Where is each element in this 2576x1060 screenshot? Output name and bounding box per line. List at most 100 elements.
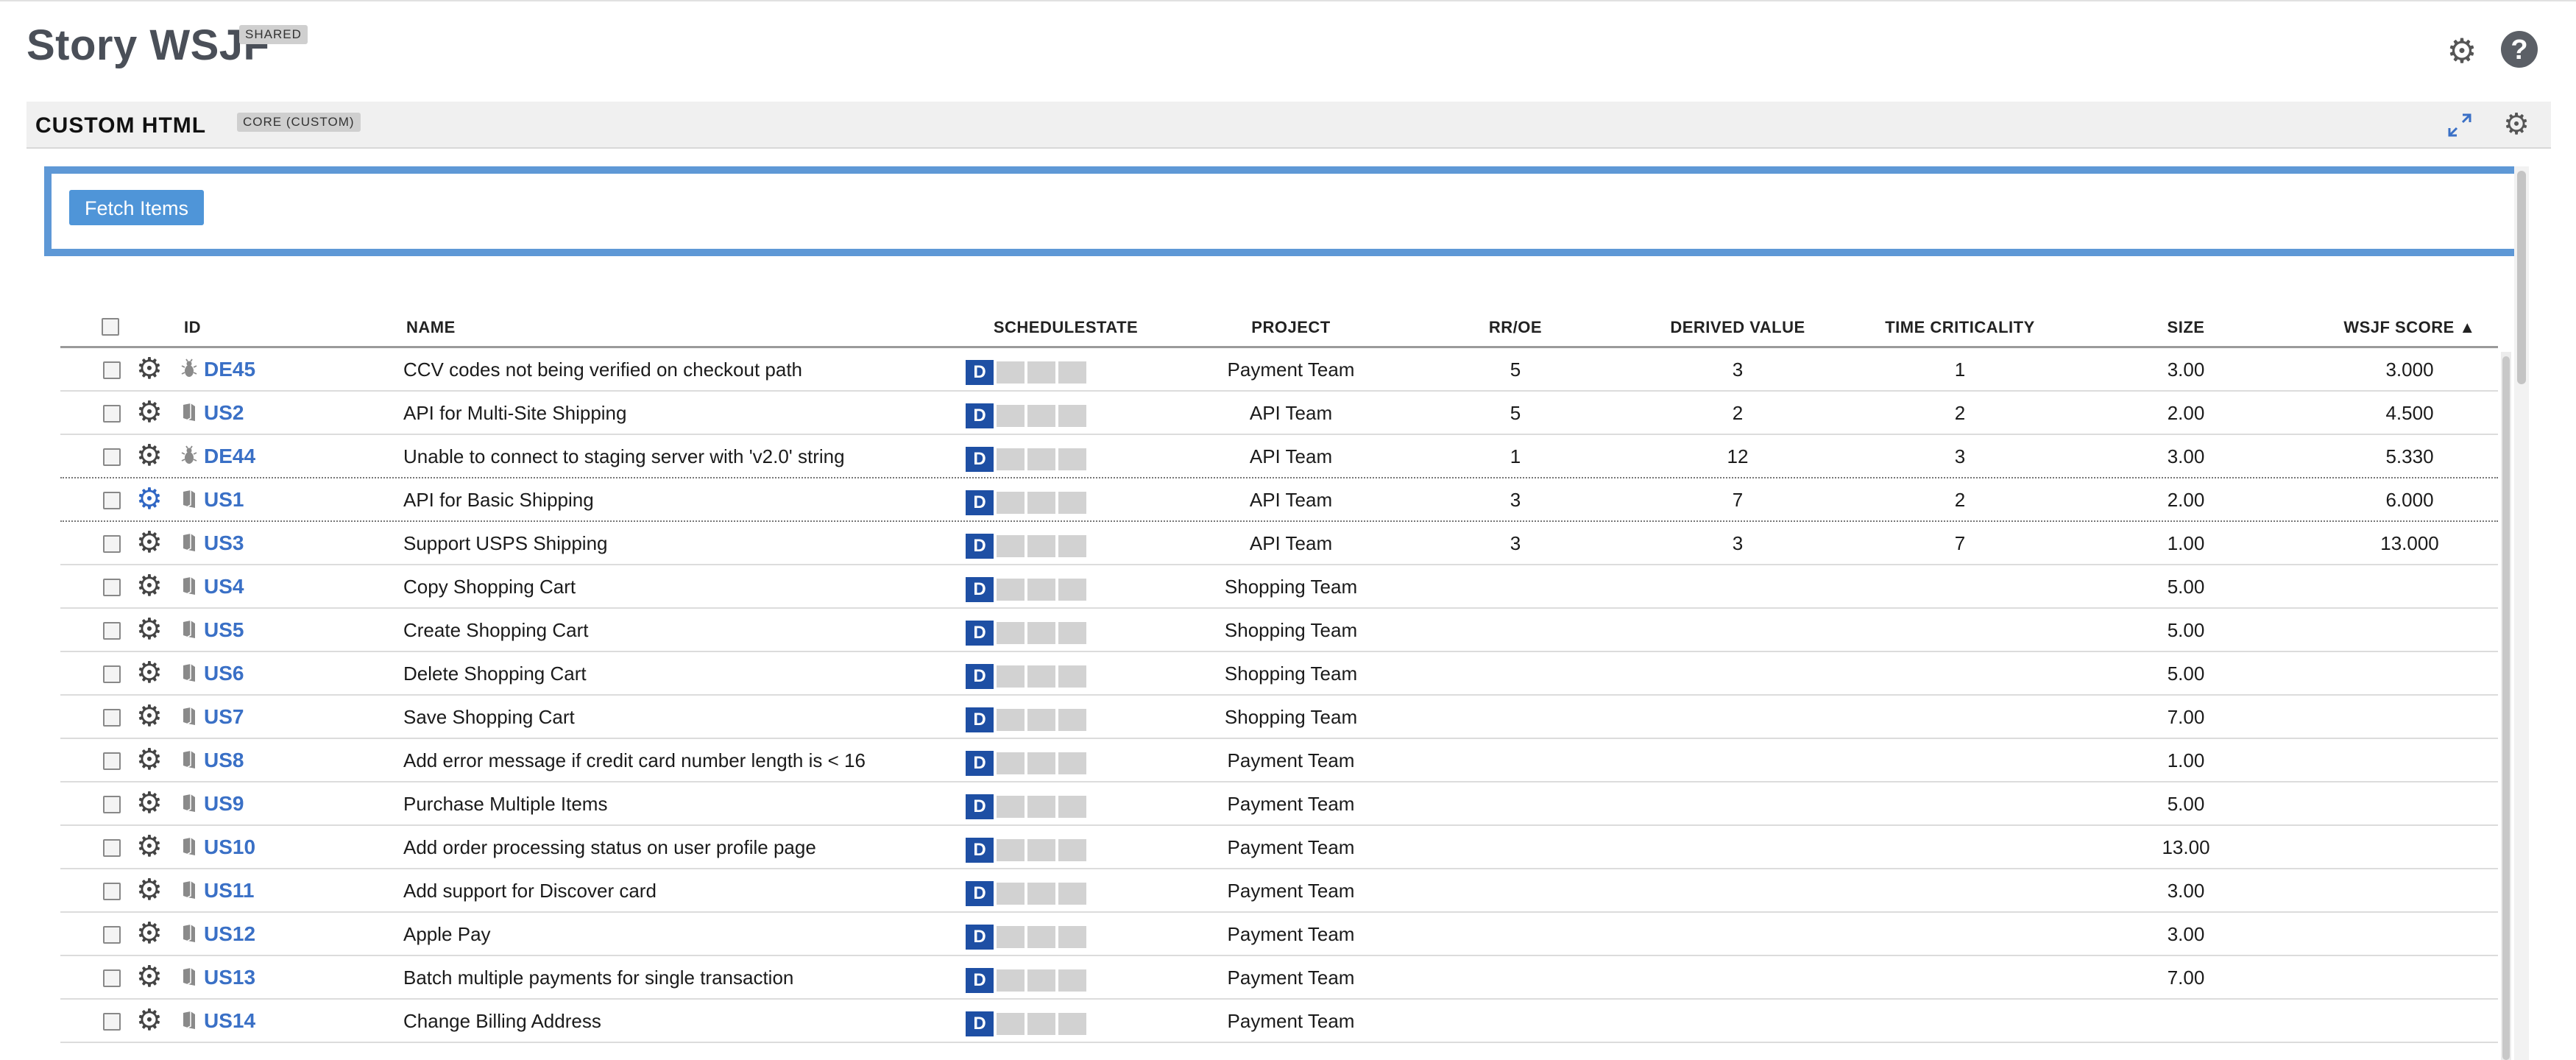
state-completed[interactable] bbox=[1027, 969, 1055, 992]
state-in-progress[interactable] bbox=[997, 535, 1025, 557]
state-defined[interactable]: D bbox=[966, 490, 994, 515]
row-checkbox[interactable] bbox=[103, 839, 121, 857]
state-completed[interactable] bbox=[1027, 361, 1055, 384]
row-checkbox[interactable] bbox=[103, 796, 121, 813]
schedule-state[interactable]: D bbox=[966, 881, 1086, 906]
state-accepted[interactable] bbox=[1058, 883, 1086, 905]
state-accepted[interactable] bbox=[1058, 665, 1086, 688]
table-row-us10[interactable]: ⚙ US10 Add order processing status on us… bbox=[60, 826, 2498, 869]
gear-icon[interactable]: ⚙ bbox=[136, 962, 163, 992]
col-project[interactable]: PROJECT bbox=[1251, 318, 1330, 337]
state-completed[interactable] bbox=[1027, 579, 1055, 601]
col-size[interactable]: SIZE bbox=[2168, 318, 2205, 337]
state-defined[interactable]: D bbox=[966, 403, 994, 428]
state-completed[interactable] bbox=[1027, 448, 1055, 470]
row-checkbox[interactable] bbox=[103, 622, 121, 640]
gear-icon[interactable]: ⚙ bbox=[136, 745, 163, 774]
state-in-progress[interactable] bbox=[997, 448, 1025, 470]
gear-icon[interactable]: ⚙ bbox=[136, 919, 163, 948]
state-defined[interactable]: D bbox=[966, 794, 994, 819]
formatted-id-link[interactable]: US10 bbox=[204, 835, 255, 859]
state-in-progress[interactable] bbox=[997, 405, 1025, 427]
schedule-state[interactable]: D bbox=[966, 1011, 1086, 1036]
schedule-state[interactable]: D bbox=[966, 968, 1086, 993]
row-checkbox[interactable] bbox=[103, 405, 121, 423]
row-checkbox[interactable] bbox=[103, 752, 121, 770]
state-in-progress[interactable] bbox=[997, 752, 1025, 774]
schedule-state[interactable]: D bbox=[966, 707, 1086, 732]
gear-icon[interactable]: ⚙ bbox=[136, 398, 163, 427]
state-defined[interactable]: D bbox=[966, 968, 994, 993]
state-completed[interactable] bbox=[1027, 752, 1055, 774]
formatted-id-link[interactable]: US14 bbox=[204, 1009, 255, 1033]
formatted-id-link[interactable]: US6 bbox=[204, 662, 244, 685]
gear-icon[interactable]: ⚙ bbox=[136, 571, 163, 601]
schedule-state[interactable]: D bbox=[966, 403, 1086, 428]
table-row-us5[interactable]: ⚙ US5 Create Shopping Cart D Shopping Te… bbox=[60, 609, 2498, 652]
formatted-id-link[interactable]: US7 bbox=[204, 705, 244, 729]
select-all-checkbox[interactable] bbox=[102, 318, 119, 336]
state-defined[interactable]: D bbox=[966, 707, 994, 732]
table-row-us12[interactable]: ⚙ US12 Apple Pay D Payment Team 3.00 bbox=[60, 913, 2498, 956]
formatted-id-link[interactable]: US3 bbox=[204, 531, 244, 555]
state-accepted[interactable] bbox=[1058, 752, 1086, 774]
gear-icon[interactable]: ⚙ bbox=[136, 484, 163, 514]
gear-icon[interactable]: ⚙ bbox=[136, 354, 163, 384]
row-checkbox[interactable] bbox=[103, 969, 121, 987]
gear-icon[interactable]: ⚙ bbox=[136, 658, 163, 688]
state-accepted[interactable] bbox=[1058, 492, 1086, 514]
state-completed[interactable] bbox=[1027, 926, 1055, 948]
state-defined[interactable]: D bbox=[966, 621, 994, 646]
col-time-criticality[interactable]: TIME CRITICALITY bbox=[1885, 318, 2035, 337]
state-accepted[interactable] bbox=[1058, 709, 1086, 731]
state-accepted[interactable] bbox=[1058, 839, 1086, 861]
state-accepted[interactable] bbox=[1058, 535, 1086, 557]
expand-icon[interactable] bbox=[2445, 110, 2474, 140]
state-completed[interactable] bbox=[1027, 492, 1055, 514]
state-completed[interactable] bbox=[1027, 535, 1055, 557]
row-checkbox[interactable] bbox=[103, 492, 121, 509]
row-checkbox[interactable] bbox=[103, 926, 121, 944]
formatted-id-link[interactable]: US9 bbox=[204, 792, 244, 816]
state-completed[interactable] bbox=[1027, 622, 1055, 644]
table-row-us2[interactable]: ⚙ US2 API for Multi-Site Shipping D API … bbox=[60, 392, 2498, 435]
col-id[interactable]: ID bbox=[184, 318, 201, 337]
formatted-id-link[interactable]: US1 bbox=[204, 488, 244, 512]
table-row-us7[interactable]: ⚙ US7 Save Shopping Cart D Shopping Team… bbox=[60, 696, 2498, 739]
state-in-progress[interactable] bbox=[997, 492, 1025, 514]
formatted-id-link[interactable]: US12 bbox=[204, 922, 255, 946]
formatted-id-link[interactable]: US8 bbox=[204, 749, 244, 772]
row-checkbox[interactable] bbox=[103, 448, 121, 466]
state-defined[interactable]: D bbox=[966, 360, 994, 385]
formatted-id-link[interactable]: US4 bbox=[204, 575, 244, 598]
scrollbar-thumb[interactable] bbox=[2517, 171, 2526, 384]
state-defined[interactable]: D bbox=[966, 577, 994, 602]
state-accepted[interactable] bbox=[1058, 579, 1086, 601]
gear-icon[interactable]: ⚙ bbox=[136, 788, 163, 818]
col-rroe[interactable]: RR/OE bbox=[1489, 318, 1542, 337]
state-in-progress[interactable] bbox=[997, 883, 1025, 905]
gear-icon[interactable]: ⚙ bbox=[136, 832, 163, 861]
state-defined[interactable]: D bbox=[966, 751, 994, 776]
col-wsjf-score[interactable]: WSJF SCORE ▲ bbox=[2343, 318, 2475, 337]
table-row-us1[interactable]: ⚙ US1 API for Basic Shipping D API Team … bbox=[60, 478, 2498, 522]
col-derived-value[interactable]: DERIVED VALUE bbox=[1670, 318, 1805, 337]
schedule-state[interactable]: D bbox=[966, 577, 1086, 602]
schedule-state[interactable]: D bbox=[966, 447, 1086, 472]
fetch-items-button[interactable]: Fetch Items bbox=[69, 190, 204, 225]
grid-scrollbar-thumb[interactable] bbox=[2502, 356, 2510, 1060]
table-row-us14[interactable]: ⚙ US14 Change Billing Address D Payment … bbox=[60, 1000, 2498, 1043]
state-accepted[interactable] bbox=[1058, 1013, 1086, 1035]
state-accepted[interactable] bbox=[1058, 361, 1086, 384]
state-accepted[interactable] bbox=[1058, 448, 1086, 470]
schedule-state[interactable]: D bbox=[966, 490, 1086, 515]
schedule-state[interactable]: D bbox=[966, 621, 1086, 646]
state-defined[interactable]: D bbox=[966, 664, 994, 689]
state-in-progress[interactable] bbox=[997, 796, 1025, 818]
state-defined[interactable]: D bbox=[966, 1011, 994, 1036]
gear-icon[interactable]: ⚙ bbox=[136, 615, 163, 644]
schedule-state[interactable]: D bbox=[966, 534, 1086, 559]
help-icon[interactable]: ? bbox=[2501, 31, 2538, 68]
panel-settings-gear-icon[interactable]: ⚙ bbox=[2499, 107, 2533, 141]
state-defined[interactable]: D bbox=[966, 881, 994, 906]
